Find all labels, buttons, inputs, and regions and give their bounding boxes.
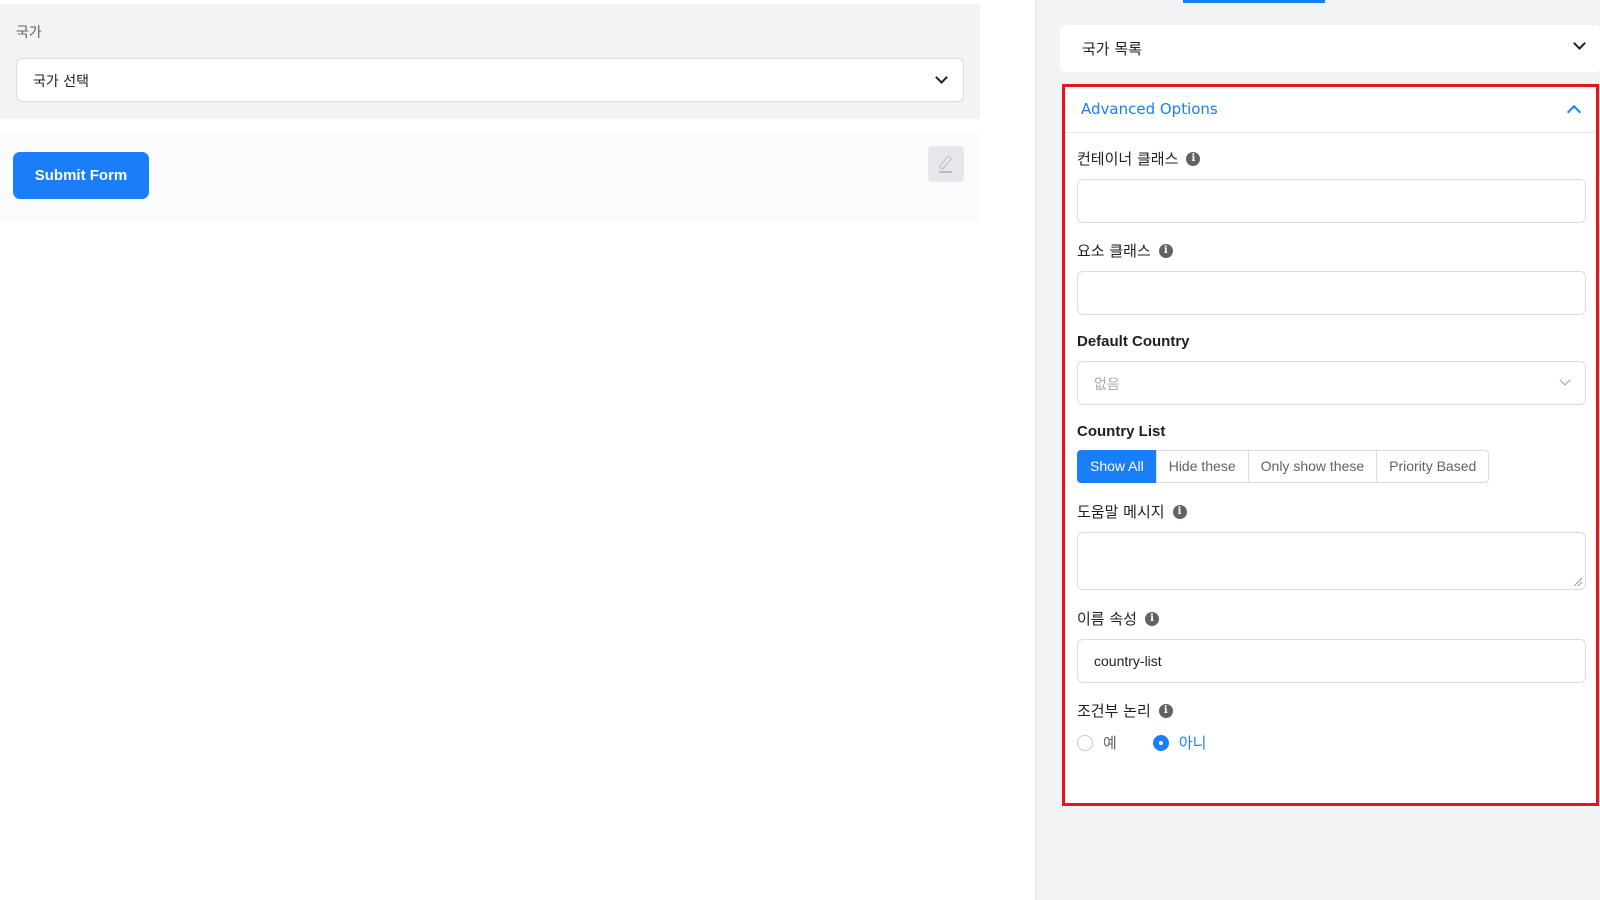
element-class-label: 요소 클래스 i: [1077, 240, 1173, 261]
country-select[interactable]: 국가 선택: [16, 58, 964, 102]
radio-circle[interactable]: [1077, 734, 1093, 751]
radio-circle[interactable]: [1152, 734, 1169, 751]
chevron-down-icon: [1573, 37, 1586, 50]
element-class-label-text: 요소 클래스: [1077, 242, 1151, 260]
edit-submit-button[interactable]: [928, 146, 964, 182]
submit-form-button[interactable]: Submit Form: [13, 152, 149, 199]
active-tab-indicator: [1183, 0, 1325, 3]
conditional-logic-yes-radio[interactable]: 예: [1077, 732, 1117, 753]
section-title: 국가 목록: [1082, 40, 1142, 58]
name-attribute-input[interactable]: [1077, 639, 1586, 683]
info-icon[interactable]: i: [1172, 504, 1187, 519]
resize-handle-icon[interactable]: [1574, 578, 1582, 586]
country-select-value: 국가 선택: [33, 74, 89, 90]
country-field-label: 국가: [16, 25, 42, 41]
country-list-label-text: Country List: [1077, 423, 1166, 440]
info-icon[interactable]: i: [1158, 243, 1173, 258]
radio-yes-label: 예: [1103, 734, 1117, 752]
country-list-label: Country List: [1077, 423, 1165, 440]
help-message-label-text: 도움말 메시지: [1077, 503, 1165, 521]
form-preview-canvas: 국가 국가 선택 Submit Form: [0, 0, 1035, 900]
default-country-label: Default Country: [1077, 333, 1190, 350]
country-list-section-header[interactable]: 국가 목록: [1060, 25, 1600, 72]
conditional-logic-radio-group: 예 아니: [1077, 732, 1206, 753]
country-list-option-show-all[interactable]: Show All: [1077, 450, 1157, 483]
element-class-input[interactable]: [1077, 271, 1586, 315]
container-class-label-text: 컨테이너 클래스: [1077, 150, 1179, 168]
radio-no-label: 아니: [1178, 734, 1207, 752]
advanced-options-title: Advanced Options: [1081, 100, 1218, 118]
country-field-card[interactable]: 국가 국가 선택: [0, 4, 980, 119]
country-list-option-hide-these[interactable]: Hide these: [1155, 450, 1249, 483]
conditional-logic-label: 조건부 논리 i: [1077, 700, 1173, 721]
advanced-options-header[interactable]: Advanced Options: [1065, 87, 1596, 133]
container-class-input[interactable]: [1077, 179, 1586, 223]
advanced-options-panel: Advanced Options 컨테이너 클래스 i 요소 클래스 i Def…: [1062, 84, 1599, 806]
conditional-logic-no-radio[interactable]: 아니: [1152, 732, 1207, 753]
info-icon[interactable]: i: [1158, 703, 1173, 718]
name-attribute-label-text: 이름 속성: [1077, 610, 1137, 628]
help-message-textarea[interactable]: [1077, 532, 1586, 590]
container-class-label: 컨테이너 클래스 i: [1077, 148, 1201, 169]
chevron-down-icon: [1559, 374, 1571, 386]
submit-area: Submit Form: [0, 134, 980, 222]
help-message-label: 도움말 메시지 i: [1077, 501, 1187, 522]
default-country-value: 없음: [1094, 377, 1120, 393]
chevron-down-icon: [935, 71, 948, 84]
chevron-up-icon: [1566, 104, 1582, 120]
default-country-select[interactable]: 없음: [1077, 361, 1586, 405]
pencil-icon: [938, 155, 953, 170]
conditional-logic-label-text: 조건부 논리: [1077, 702, 1151, 720]
country-list-option-priority-based[interactable]: Priority Based: [1376, 450, 1490, 483]
default-country-label-text: Default Country: [1077, 333, 1190, 350]
country-list-segmented-control: Show All Hide these Only show these Prio…: [1077, 450, 1490, 483]
name-attribute-label: 이름 속성 i: [1077, 608, 1159, 629]
info-icon[interactable]: i: [1144, 611, 1159, 626]
info-icon[interactable]: i: [1186, 151, 1201, 166]
country-list-option-only-show-these[interactable]: Only show these: [1247, 450, 1378, 483]
pencil-baseline: [939, 171, 952, 173]
